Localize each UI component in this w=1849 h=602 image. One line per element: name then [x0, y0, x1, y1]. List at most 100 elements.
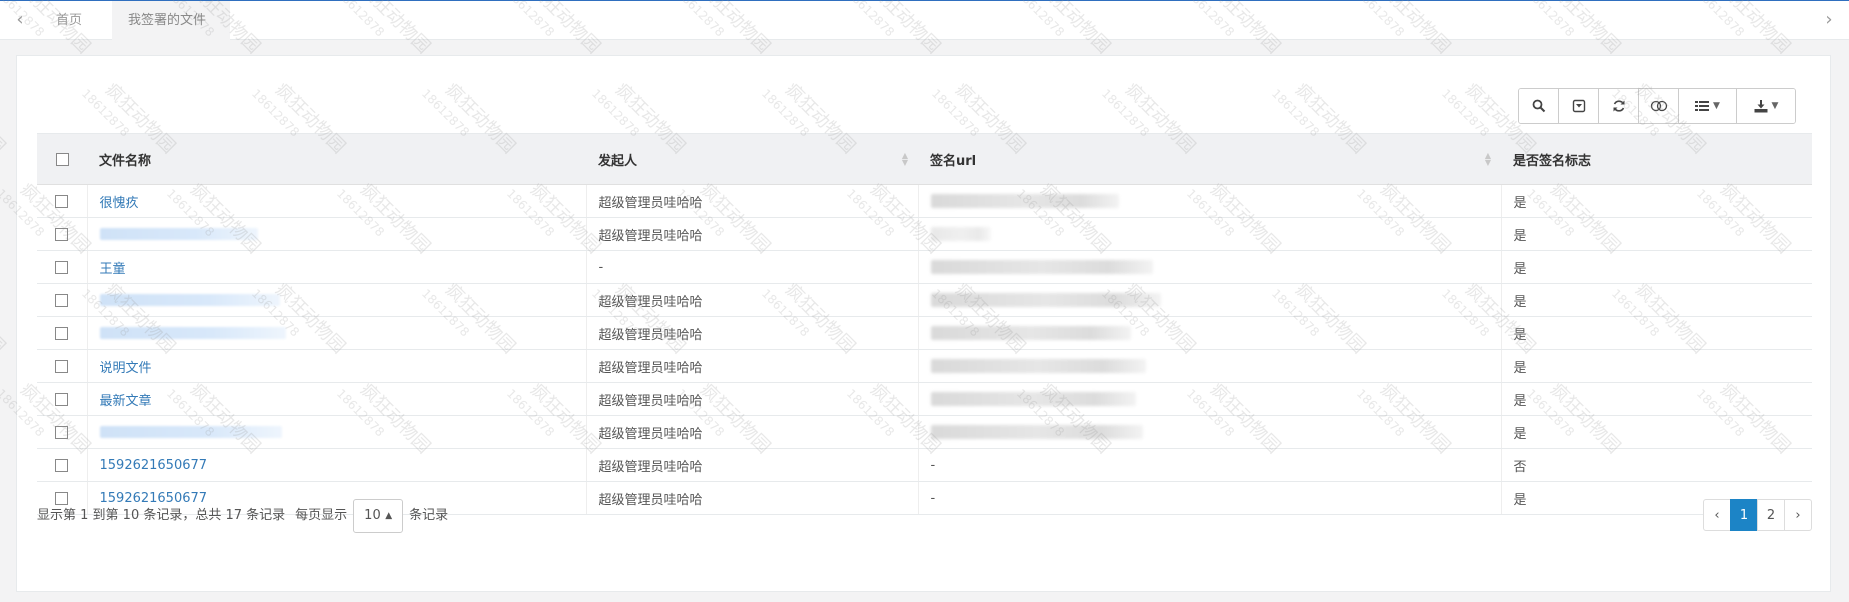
- file-name-link[interactable]: 说明文件: [100, 361, 152, 376]
- redacted-url: [930, 227, 991, 241]
- row-checkbox[interactable]: [55, 194, 69, 208]
- tab-home[interactable]: 首页: [40, 1, 112, 40]
- chevron-down-icon: ▼: [1713, 101, 1720, 111]
- file-name-link[interactable]: 1592621650677: [100, 458, 208, 473]
- initiator-cell: 超级管理员哇哈哈: [586, 184, 919, 218]
- sign-url-cell: [918, 382, 1502, 416]
- file-name-cell: [87, 217, 587, 251]
- pagination: ‹ 1 2 ›: [1703, 499, 1812, 531]
- table-row: 1592621650677 超级管理员哇哈哈 - 否: [37, 448, 1812, 482]
- signed-flag-cell: 是: [1501, 382, 1812, 416]
- row-select-cell: [37, 250, 88, 284]
- select-all-checkbox[interactable]: [55, 152, 69, 166]
- initiator-cell: 超级管理员哇哈哈: [586, 448, 919, 482]
- select-all-cell: [37, 133, 87, 185]
- sign-url-cell: [918, 283, 1502, 317]
- sign-url-cell: [918, 250, 1502, 284]
- column-header-label: 是否签名标志: [1513, 153, 1592, 169]
- record-summary: 显示第 1 到第 10 条记录，总共 17 条记录: [37, 508, 286, 523]
- row-checkbox[interactable]: [55, 227, 69, 241]
- signed-flag-cell: 是: [1501, 349, 1812, 383]
- tab-bar: ‹ 首页 我签署的文件 ✖ ›: [0, 0, 1849, 69]
- search-button[interactable]: [1519, 89, 1559, 123]
- sign-url-cell: -: [918, 448, 1502, 482]
- row-checkbox[interactable]: [55, 260, 69, 274]
- toggle-view-icon: [1650, 100, 1667, 112]
- initiator-cell: 超级管理员哇哈哈: [586, 217, 919, 251]
- tab-my-signed-files[interactable]: 我签署的文件 ✖: [112, 1, 230, 69]
- tab-home-label: 首页: [56, 13, 83, 28]
- row-select-cell: [37, 448, 88, 482]
- sign-url-cell: [918, 316, 1502, 350]
- filter-icon: [1572, 99, 1585, 113]
- table-row: 超级管理员哇哈哈 是: [37, 283, 1812, 317]
- sign-url-cell: [918, 217, 1502, 251]
- sign-url-cell: [918, 415, 1502, 449]
- file-name-cell: [87, 316, 587, 350]
- refresh-button[interactable]: [1599, 89, 1639, 123]
- table-toolbar: ▼ ▼: [1518, 88, 1796, 124]
- initiator-cell: 超级管理员哇哈哈: [586, 382, 919, 416]
- column-header-label: 签名url: [930, 153, 977, 169]
- tab-scroll-left-icon[interactable]: ‹: [0, 1, 40, 40]
- row-select-cell: [37, 283, 88, 317]
- page-2-button[interactable]: 2: [1757, 499, 1785, 531]
- initiator-cell: 超级管理员哇哈哈: [586, 349, 919, 383]
- signed-flag-cell: 是: [1501, 283, 1812, 317]
- file-name-cell: 说明文件: [87, 349, 587, 383]
- initiator-cell: 超级管理员哇哈哈: [586, 415, 919, 449]
- redacted-url: [930, 260, 1153, 274]
- redacted-file-name[interactable]: [99, 228, 258, 240]
- redacted-url: [930, 425, 1143, 439]
- pagination-info: 显示第 1 到第 10 条记录，总共 17 条记录 每页显示 10 ▲ 条记录: [37, 496, 448, 536]
- sort-icon: ▲ ▼: [901, 151, 908, 167]
- row-checkbox[interactable]: [55, 293, 69, 307]
- row-checkbox[interactable]: [55, 458, 69, 472]
- page-prev-button[interactable]: ‹: [1703, 499, 1731, 531]
- sign-url-cell: [918, 184, 1502, 218]
- columns-button[interactable]: ▼: [1679, 89, 1737, 123]
- signed-flag-cell: 否: [1501, 448, 1812, 482]
- row-select-cell: [37, 349, 88, 383]
- file-name-link[interactable]: 王童: [100, 262, 126, 277]
- file-name-link[interactable]: 最新文章: [100, 394, 152, 409]
- file-name-link[interactable]: 很愧疚: [100, 196, 139, 211]
- signed-flag-cell: 是: [1501, 250, 1812, 284]
- toggle-view-button[interactable]: [1639, 89, 1679, 123]
- row-checkbox[interactable]: [55, 425, 69, 439]
- export-button[interactable]: ▼: [1737, 89, 1795, 123]
- redacted-file-name[interactable]: [99, 294, 280, 306]
- signed-flag-cell: 是: [1501, 415, 1812, 449]
- table-row: 最新文章 超级管理员哇哈哈 是: [37, 382, 1812, 416]
- column-header-initiator[interactable]: 发起人 ▲ ▼: [586, 133, 918, 185]
- redacted-url: [930, 293, 1161, 307]
- row-select-cell: [37, 184, 88, 218]
- columns-icon: [1695, 101, 1710, 111]
- signed-files-table: 文件名称 发起人 ▲ ▼ 签名url ▲ ▼ 是否签名标志 很愧疚 超级管理员哇哈哈 是…: [37, 133, 1812, 515]
- table-row: 很愧疚 超级管理员哇哈哈 是: [37, 184, 1812, 218]
- redacted-file-name[interactable]: [99, 426, 282, 438]
- row-select-cell: [37, 382, 88, 416]
- page-size-select[interactable]: 10 ▲: [353, 499, 404, 533]
- row-checkbox[interactable]: [55, 392, 69, 406]
- export-icon: [1754, 99, 1768, 112]
- redacted-url: [930, 359, 1146, 373]
- filter-button[interactable]: [1559, 89, 1599, 123]
- column-header-sign-url[interactable]: 签名url ▲ ▼: [918, 133, 1501, 185]
- row-checkbox[interactable]: [55, 359, 69, 373]
- page-next-button[interactable]: ›: [1784, 499, 1812, 531]
- redacted-file-name[interactable]: [99, 327, 286, 339]
- tab-scroll-right-icon[interactable]: ›: [1809, 1, 1849, 40]
- file-name-cell: 1592621650677: [87, 448, 587, 482]
- sort-icon: ▲ ▼: [1484, 151, 1491, 167]
- column-header-signed-flag[interactable]: 是否签名标志: [1501, 133, 1812, 185]
- column-header-file-name[interactable]: 文件名称: [87, 133, 586, 185]
- caret-up-icon: ▲: [385, 511, 393, 521]
- refresh-icon: [1613, 100, 1624, 112]
- row-checkbox[interactable]: [55, 326, 69, 340]
- watermark-text: 疯狂动物园18612878: [0, 279, 10, 358]
- column-header-label: 文件名称: [99, 153, 152, 169]
- row-select-cell: [37, 217, 88, 251]
- file-name-cell: 很愧疚: [87, 184, 587, 218]
- page-1-button[interactable]: 1: [1730, 499, 1758, 531]
